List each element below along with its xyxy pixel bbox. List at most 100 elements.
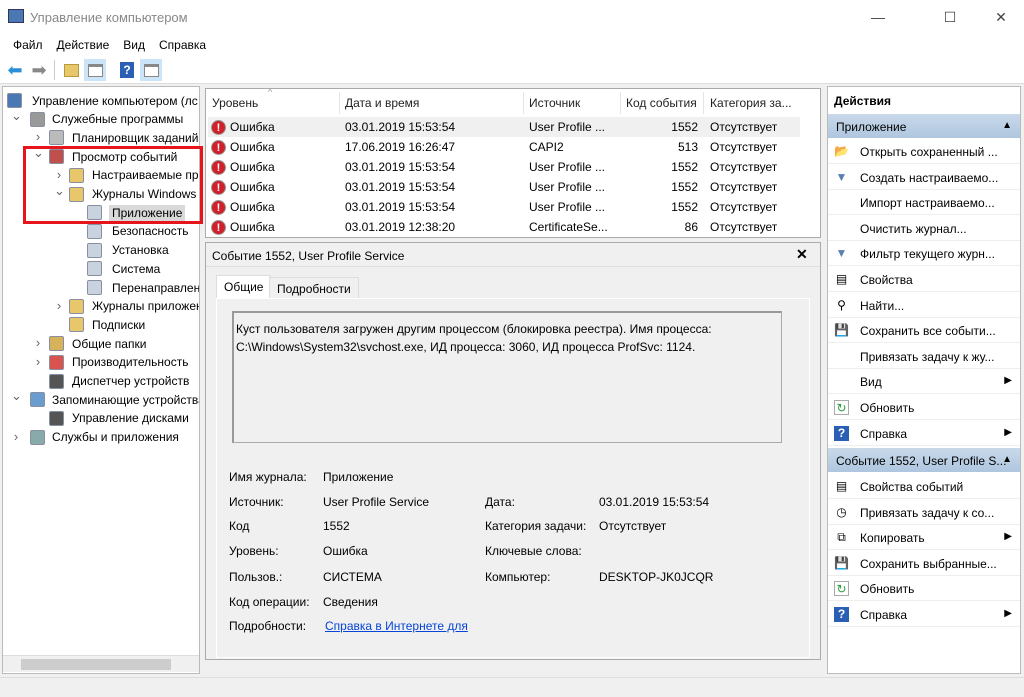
action-item[interactable]: ↻ Обновить bbox=[828, 576, 1020, 602]
title-bar: Управление компьютером — ☐ ✕ bbox=[0, 0, 1024, 34]
computer-value: DESKTOP-JK0JCQR bbox=[599, 570, 714, 584]
action-item[interactable]: 📂 Открыть сохраненный ... bbox=[828, 139, 1020, 164]
column-divider[interactable] bbox=[620, 92, 621, 114]
chevron-down-icon[interactable]: ⌄ bbox=[11, 108, 22, 124]
action-item[interactable]: ▼ Фильтр текущего журн... bbox=[828, 241, 1020, 267]
disk-icon bbox=[49, 410, 64, 426]
chevron-right-icon[interactable]: › bbox=[33, 129, 43, 144]
tree-item[interactable]: Подписки bbox=[3, 315, 199, 334]
tree-item[interactable]: ⌄ Запоминающие устройства bbox=[3, 388, 199, 409]
event-detail-pane: Событие 1552, User Profile Service ✕ Общ… bbox=[205, 242, 821, 660]
column-datetime[interactable]: Дата и время bbox=[345, 96, 419, 110]
action-item[interactable]: Импорт настраиваемо... bbox=[828, 190, 1020, 216]
tree-item[interactable]: Система bbox=[3, 259, 199, 278]
tree-item[interactable]: Диспетчер устройств bbox=[3, 372, 199, 391]
action-item[interactable]: ? Справка ▶ bbox=[828, 602, 1020, 627]
cell-source: CAPI2 bbox=[529, 140, 564, 154]
action-item[interactable]: ⚲ Найти... bbox=[828, 293, 1020, 318]
table-row[interactable]: ! Ошибка 03.01.2019 15:53:54 User Profile .… bbox=[208, 157, 800, 177]
menu-file[interactable]: Файл bbox=[6, 34, 50, 56]
tree-item[interactable]: Безопасность bbox=[3, 222, 199, 241]
column-level[interactable]: Уровень bbox=[212, 96, 258, 110]
action-item[interactable]: ↻ Обновить bbox=[828, 395, 1020, 420]
column-event-id[interactable]: Код события bbox=[626, 96, 697, 110]
action-item[interactable]: Привязать задачу к жу... bbox=[828, 344, 1020, 369]
tree-item[interactable]: Управление дисками bbox=[3, 409, 199, 428]
action-item[interactable]: ▼ Создать настраиваемо... bbox=[828, 165, 1020, 190]
properties-icon: ▤ bbox=[835, 272, 848, 286]
tree-item-label: Диспетчер устройств bbox=[72, 374, 190, 388]
help-icon[interactable]: ? bbox=[116, 59, 138, 81]
chevron-down-icon[interactable]: ⌄ bbox=[11, 388, 22, 404]
action-item[interactable]: 💾 Сохранить все событи... bbox=[828, 318, 1020, 344]
maximize-button[interactable]: ☐ bbox=[927, 0, 973, 34]
collapse-icon[interactable]: ▲ bbox=[1002, 454, 1012, 465]
action-label: Свойства событий bbox=[860, 480, 964, 494]
tree-item[interactable]: › Общие папки bbox=[3, 334, 199, 353]
action-item[interactable]: ▤ Свойства событий bbox=[828, 474, 1020, 499]
online-help-link[interactable]: Справка в Интернете для bbox=[325, 619, 468, 633]
column-divider[interactable] bbox=[703, 92, 704, 114]
tree-item[interactable]: ⌄ Служебные программы bbox=[3, 108, 199, 129]
action-item[interactable]: 💾 Сохранить выбранные... bbox=[828, 551, 1020, 576]
tree-item[interactable]: › Журналы приложен bbox=[3, 297, 199, 316]
table-row[interactable]: ! Ошибка 03.01.2019 12:38:20 CertificateSe.… bbox=[208, 217, 800, 237]
tree-item[interactable]: › Службы и приложения bbox=[3, 428, 199, 447]
event-description[interactable]: Куст пользователя загружен другим процес… bbox=[232, 311, 782, 443]
action-item[interactable]: Очистить журнал... bbox=[828, 216, 1020, 241]
action-item[interactable]: Вид ▶ bbox=[828, 369, 1020, 395]
filter-icon: ▼ bbox=[835, 246, 848, 261]
tab-general[interactable]: Общие bbox=[216, 275, 272, 299]
app-icon bbox=[8, 9, 24, 23]
show-hide-action-pane-icon[interactable] bbox=[140, 59, 162, 81]
action-item[interactable]: ? Справка ▶ bbox=[828, 421, 1020, 446]
chevron-right-icon[interactable]: › bbox=[33, 335, 43, 350]
tree-item[interactable]: › Производительность bbox=[3, 353, 199, 372]
section-event[interactable]: Событие 1552, User Profile S... ▲ bbox=[828, 448, 1020, 472]
up-folder-icon[interactable] bbox=[60, 59, 82, 81]
refresh-icon: ↻ bbox=[834, 400, 849, 415]
tree-horizontal-scrollbar[interactable] bbox=[3, 655, 199, 672]
chevron-right-icon[interactable]: › bbox=[33, 354, 43, 369]
computer-label: Компьютер: bbox=[485, 570, 551, 584]
log-name-value: Приложение bbox=[323, 470, 394, 484]
action-item[interactable]: ◷ Привязать задачу к со... bbox=[828, 500, 1020, 525]
table-row[interactable]: ! Ошибка 17.06.2019 16:26:47 CAPI2 513 Отсутс… bbox=[208, 137, 800, 157]
user-label: Пользов.: bbox=[229, 570, 283, 584]
table-row[interactable]: ! Ошибка 03.01.2019 15:53:54 User Profile .… bbox=[208, 177, 800, 197]
refresh-icon: ↻ bbox=[834, 581, 849, 597]
log-icon bbox=[87, 242, 102, 258]
column-source[interactable]: Источник bbox=[529, 96, 580, 110]
column-divider[interactable] bbox=[339, 92, 340, 114]
forward-arrow-icon[interactable]: ➡ bbox=[28, 59, 50, 81]
chevron-right-icon[interactable]: › bbox=[54, 298, 64, 313]
action-label: Найти... bbox=[860, 298, 905, 313]
close-button[interactable]: ✕ bbox=[978, 0, 1024, 34]
tree-item[interactable]: Перенаправлен bbox=[3, 278, 199, 297]
menu-view[interactable]: Вид bbox=[116, 34, 152, 56]
section-application[interactable]: Приложение ▲ bbox=[828, 114, 1020, 138]
menu-action[interactable]: Действие bbox=[50, 34, 117, 56]
minimize-button[interactable]: — bbox=[855, 0, 901, 34]
column-divider[interactable] bbox=[523, 92, 524, 114]
close-icon[interactable]: ✕ bbox=[796, 246, 808, 263]
computer-icon bbox=[7, 93, 22, 108]
cell-event-id: 86 bbox=[684, 220, 698, 234]
table-row[interactable]: ! Ошибка 03.01.2019 15:53:54 User Profile .… bbox=[208, 117, 800, 137]
action-label: Привязать задачу к со... bbox=[860, 505, 995, 520]
tree-item[interactable]: Управление компьютером (лс bbox=[3, 91, 199, 110]
show-hide-tree-icon[interactable] bbox=[84, 59, 106, 81]
column-category[interactable]: Категория за... bbox=[710, 96, 792, 110]
chevron-right-icon[interactable]: › bbox=[11, 429, 21, 444]
tab-details[interactable]: Подробности bbox=[269, 277, 359, 299]
back-arrow-icon[interactable]: ⬅ bbox=[4, 59, 26, 81]
action-label: Сохранить все событи... bbox=[860, 324, 996, 339]
cell-datetime: 03.01.2019 15:53:54 bbox=[345, 120, 456, 134]
action-label: Создать настраиваемо... bbox=[860, 170, 999, 185]
action-item[interactable]: ⧉ Копировать ▶ bbox=[828, 525, 1020, 551]
tree-item[interactable]: Установка bbox=[3, 241, 199, 260]
table-row[interactable]: ! Ошибка 03.01.2019 15:53:54 User Profile .… bbox=[208, 197, 800, 217]
menu-help[interactable]: Справка bbox=[152, 34, 213, 56]
action-item[interactable]: ▤ Свойства bbox=[828, 267, 1020, 292]
collapse-icon[interactable]: ▲ bbox=[1002, 120, 1012, 131]
